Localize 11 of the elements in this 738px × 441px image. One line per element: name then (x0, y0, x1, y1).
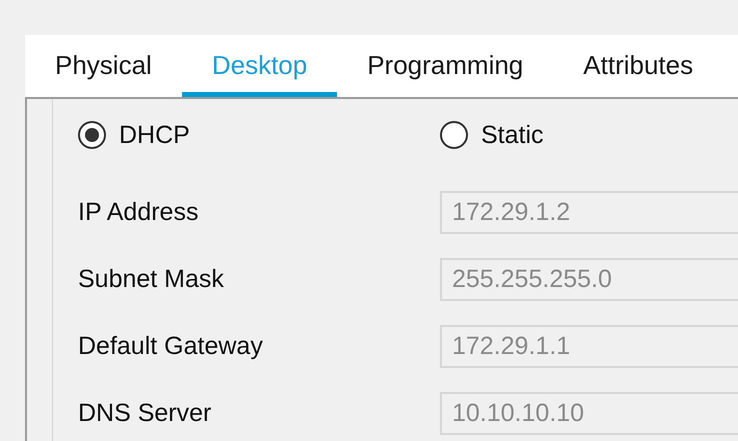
radio-button[interactable] (440, 121, 468, 149)
tab[interactable]: Attributes (553, 35, 724, 97)
tab[interactable]: Programming (337, 35, 554, 97)
radio-label[interactable]: DHCP (119, 120, 190, 150)
radio-label[interactable]: Static (481, 120, 544, 150)
field-label: Subnet Mask (78, 265, 225, 294)
field-label: DNS Server (78, 399, 212, 428)
field-label: Default Gateway (78, 332, 264, 361)
tab[interactable]: Physical (25, 35, 182, 97)
field-label: IP Address (78, 198, 200, 227)
radio-button[interactable] (78, 121, 106, 149)
